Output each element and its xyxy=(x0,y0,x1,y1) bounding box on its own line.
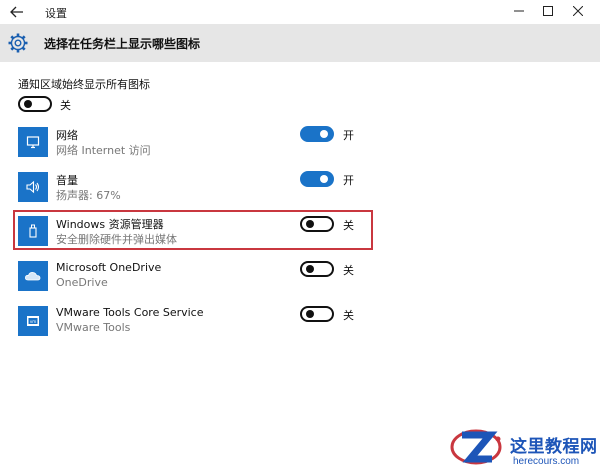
z-logo-icon xyxy=(450,429,502,465)
network-toggle[interactable] xyxy=(300,126,334,142)
monitor-icon xyxy=(26,136,40,149)
explorer-app-icon xyxy=(18,216,48,246)
onedrive-name: Microsoft OneDrive xyxy=(56,261,162,274)
volume-app-icon xyxy=(18,172,48,202)
network-state: 开 xyxy=(343,129,354,142)
vmware-state: 关 xyxy=(343,309,354,322)
minimize-icon xyxy=(514,10,524,12)
master-toggle-label: 通知区域始终显示所有图标 xyxy=(18,78,150,91)
gear-icon xyxy=(8,33,28,53)
watermark-url: herecours.com xyxy=(513,456,580,467)
usb-drive-icon xyxy=(29,224,37,238)
svg-text:vm: vm xyxy=(30,319,36,324)
maximize-icon xyxy=(543,6,553,16)
explorer-state: 关 xyxy=(343,219,354,232)
onedrive-subtitle: OneDrive xyxy=(56,276,108,289)
vmware-name: VMware Tools Core Service xyxy=(56,306,204,319)
volume-subtitle: 扬声器: 67% xyxy=(56,189,121,202)
title-bar: 设置 xyxy=(0,0,600,24)
page-title: 选择在任务栏上显示哪些图标 xyxy=(44,37,201,51)
network-subtitle: 网络 Internet 访问 xyxy=(56,144,151,157)
vmware-app-icon: vm xyxy=(18,306,48,336)
close-button[interactable] xyxy=(567,2,589,20)
speaker-icon xyxy=(26,180,40,194)
network-name: 网络 xyxy=(56,129,78,142)
network-app-icon xyxy=(18,127,48,157)
onedrive-state: 关 xyxy=(343,264,354,277)
explorer-name: Windows 资源管理器 xyxy=(56,218,164,231)
vmware-toggle[interactable] xyxy=(300,306,334,322)
explorer-subtitle: 安全删除硬件并弹出媒体 xyxy=(56,233,177,246)
window-title: 设置 xyxy=(45,7,67,20)
maximize-button[interactable] xyxy=(537,2,559,20)
minimize-button[interactable] xyxy=(508,2,530,20)
cloud-icon xyxy=(25,272,41,281)
back-arrow-icon xyxy=(10,6,23,18)
explorer-toggle[interactable] xyxy=(300,216,334,232)
volume-name: 音量 xyxy=(56,174,78,187)
watermark-title: 这里教程网 xyxy=(510,437,598,457)
vmware-icon: vm xyxy=(27,316,39,326)
page-header: 选择在任务栏上显示哪些图标 xyxy=(0,24,600,62)
master-toggle-switch[interactable] xyxy=(18,96,52,112)
close-icon xyxy=(573,6,583,16)
master-toggle-state: 关 xyxy=(60,99,71,112)
back-button[interactable] xyxy=(8,3,26,21)
volume-state: 开 xyxy=(343,174,354,187)
volume-toggle[interactable] xyxy=(300,171,334,187)
vmware-subtitle: VMware Tools xyxy=(56,321,131,334)
onedrive-app-icon xyxy=(18,261,48,291)
onedrive-toggle[interactable] xyxy=(300,261,334,277)
